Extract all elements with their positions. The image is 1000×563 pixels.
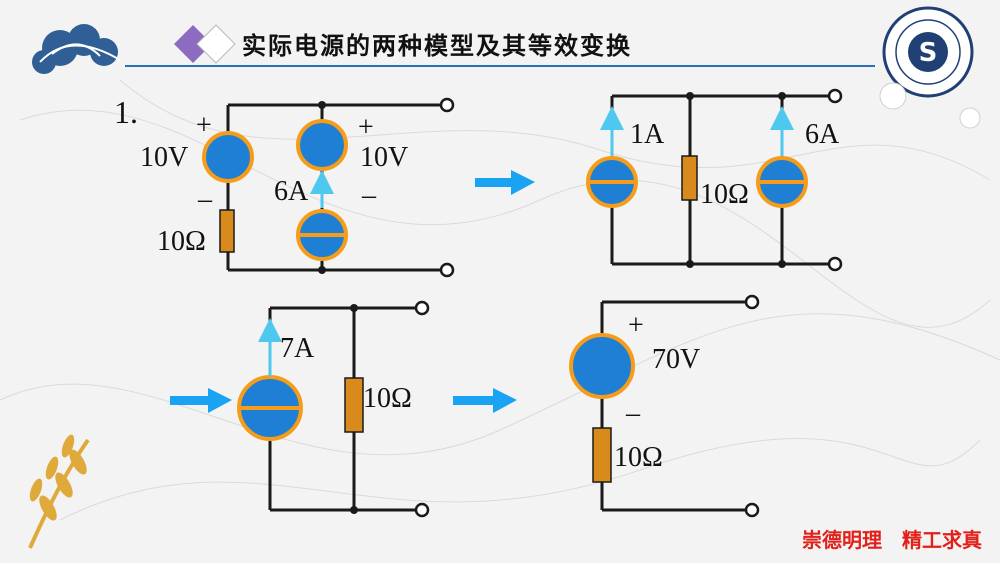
- c1-vs-plus: +: [196, 110, 212, 141]
- voltage-source-10v-right: [296, 119, 348, 171]
- c2-cs2-value: 6A: [805, 119, 840, 150]
- arrow-left-3: [170, 388, 232, 413]
- slide-title: 实际电源的两种模型及其等效变换: [242, 32, 632, 60]
- c1-vs2-value: 10V: [360, 142, 409, 173]
- wheat-icon: [28, 434, 90, 549]
- c4-resistor-label: 10Ω: [614, 442, 663, 473]
- current-source-1a: [586, 106, 638, 208]
- c1-resistor-label: 10Ω: [157, 226, 206, 257]
- c1-vs2-plus: +: [358, 112, 374, 143]
- c1-vs-value: 10V: [140, 142, 189, 173]
- c4-plus: +: [628, 310, 644, 341]
- resistor-10ohm-c4: [592, 427, 612, 483]
- voltage-source-70v: [569, 333, 635, 399]
- c1-vs-minus: –: [198, 184, 212, 215]
- c1-vs2-minus: –: [362, 180, 376, 211]
- transform-arrow-1: [475, 170, 535, 195]
- svg-text:S: S: [919, 38, 938, 68]
- university-emblem: S: [882, 6, 974, 98]
- c4-minus: –: [626, 398, 640, 429]
- c2-resistor-label: 10Ω: [700, 179, 749, 210]
- c3-cs-value: 7A: [280, 333, 315, 364]
- step-label: 1.: [114, 94, 138, 130]
- c2-cs1-value: 1A: [630, 119, 665, 150]
- resistor-10ohm-c1: [219, 209, 235, 253]
- c3-resistor-label: 10Ω: [363, 383, 412, 414]
- slide-motto: 崇德明理 精工求真: [802, 528, 982, 552]
- resistor-10ohm-c3: [344, 377, 364, 433]
- diamond-icon: [174, 24, 236, 64]
- slide-canvas: S: [0, 6, 1000, 549]
- resistor-10ohm-c2: [681, 155, 698, 201]
- circuit-4-terminals: [744, 294, 760, 518]
- c4-vs-value: 70V: [652, 344, 701, 375]
- cloud-ornament: [32, 24, 121, 74]
- transform-arrow-3: [453, 388, 517, 413]
- circuit-4: [600, 300, 745, 512]
- c1-cs-value: 6A: [274, 176, 309, 207]
